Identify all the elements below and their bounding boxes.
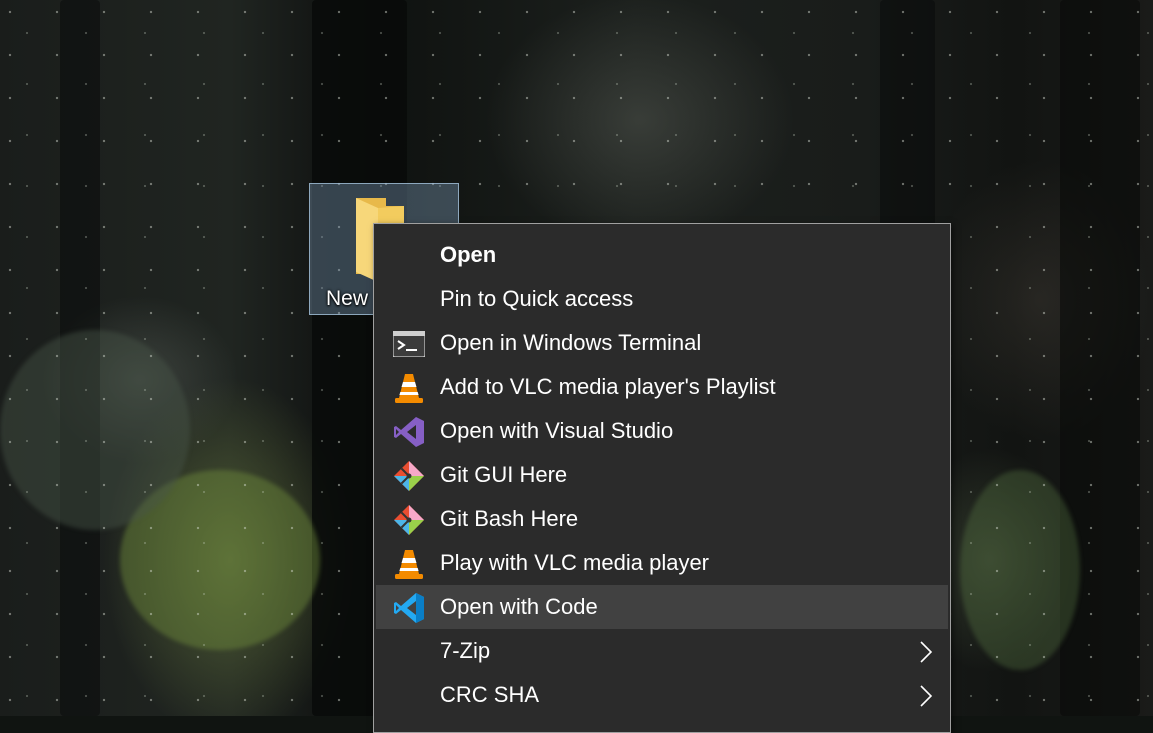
menu-item-label: CRC SHA (440, 682, 540, 707)
menu-item-open-in-windows-terminal[interactable]: Open in Windows Terminal (376, 321, 948, 365)
menu-item-add-to-vlc-playlist[interactable]: Add to VLC media player's Playlist (376, 365, 948, 409)
git-gui-icon (392, 459, 425, 492)
menu-item-label: Open (440, 242, 497, 267)
vlc-icon (392, 547, 425, 580)
vscode-icon (392, 591, 425, 624)
chevron-right-icon (920, 685, 933, 707)
menu-item-label: Pin to Quick access (440, 286, 634, 311)
menu-item-crc-sha[interactable]: CRC SHA (376, 673, 948, 717)
menu-item-label: Play with VLC media player (440, 550, 710, 575)
menu-item-open-with-visual-studio[interactable]: Open with Visual Studio (376, 409, 948, 453)
folder-label: New (326, 287, 369, 310)
terminal-icon (392, 327, 425, 360)
menu-item-play-with-vlc[interactable]: Play with VLC media player (376, 541, 948, 585)
menu-item-label: Open in Windows Terminal (440, 330, 702, 355)
chevron-right-icon (920, 641, 933, 663)
menu-item-label: 7-Zip (440, 638, 491, 663)
context-menu: Open Pin to Quick access Open in Windows… (373, 223, 951, 733)
menu-item-open[interactable]: Open (376, 233, 948, 277)
menu-item-7-zip[interactable]: 7-Zip (376, 629, 948, 673)
menu-item-pin-to-quick-access[interactable]: Pin to Quick access (376, 277, 948, 321)
menu-item-label: Add to VLC media player's Playlist (440, 374, 776, 399)
menu-item-label: Open with Visual Studio (440, 418, 674, 443)
menu-item-label: Git Bash Here (440, 506, 579, 531)
menu-item-label: Open with Code (440, 594, 598, 619)
menu-item-open-with-code[interactable]: Open with Code (376, 585, 948, 629)
git-bash-icon (392, 503, 425, 536)
vlc-icon (392, 371, 425, 404)
menu-item-git-bash-here[interactable]: Git Bash Here (376, 497, 948, 541)
menu-item-label: Git GUI Here (440, 462, 568, 487)
visual-studio-icon (392, 415, 425, 448)
menu-item-git-gui-here[interactable]: Git GUI Here (376, 453, 948, 497)
